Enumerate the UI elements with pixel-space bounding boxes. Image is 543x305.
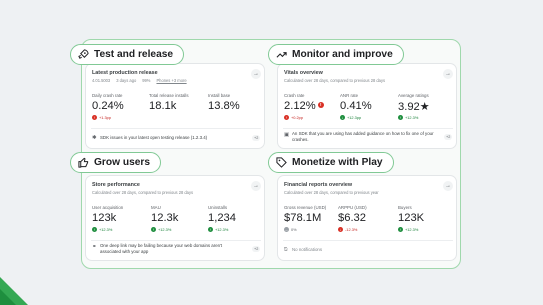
- metric-label: User acquisition: [92, 205, 124, 210]
- arrow-up-icon: ↑: [398, 227, 403, 232]
- arrow-up-icon: ↑: [398, 115, 403, 120]
- metric-value: 12.3k: [151, 212, 179, 224]
- rocket-icon: [78, 49, 89, 59]
- monetize-card[interactable]: Financial reports overview Calculated ov…: [277, 175, 457, 261]
- monitor-improve-card[interactable]: Vitals overview Calculated over 28 days,…: [277, 63, 457, 149]
- tag-icon: [276, 157, 287, 168]
- metric-value: 0.24%: [92, 100, 124, 112]
- metric-value: 2.12%!: [284, 100, 324, 112]
- arrow-down-icon: ↓: [340, 115, 345, 120]
- trend-icon: [276, 52, 287, 58]
- metric-value: 1,234: [208, 212, 236, 224]
- test-release-card[interactable]: Latest production release 4.01.5003 3 da…: [85, 63, 265, 149]
- bell-off-icon: ⍉: [284, 247, 288, 253]
- metric-delta: ↑ +12.3%: [398, 227, 419, 232]
- metric-delta: ↑ +1.3pp: [92, 115, 112, 120]
- metric-label: Gross revenue (USD): [284, 205, 327, 210]
- metric-label: Total release installs: [149, 93, 189, 98]
- notification-count-badge: +2: [252, 246, 261, 252]
- metric-delta: ↑ +12.3%: [208, 227, 229, 232]
- section-title: Monitor and improve: [292, 49, 393, 60]
- metric-label: Buyers: [398, 205, 412, 210]
- open-arrow-icon[interactable]: →: [251, 69, 261, 79]
- section-title-test-release: Test and release: [70, 44, 185, 65]
- notification-text[interactable]: SDK issues in your latest open testing r…: [100, 135, 240, 141]
- metric-value: 18.1k: [149, 100, 177, 112]
- metric-label: Install base: [208, 93, 231, 98]
- card-title: Store performance: [92, 182, 140, 188]
- notification-text[interactable]: An SDK that you are using has added guid…: [292, 131, 434, 143]
- metric-value: 13.8%: [208, 100, 240, 112]
- section-title: Grow users: [94, 157, 151, 168]
- notification-count-badge: +2: [444, 134, 453, 140]
- notification-text[interactable]: One deep link may be failing because you…: [100, 243, 242, 255]
- notification-text: No notifications: [292, 247, 323, 252]
- sdk-icon: ▣: [284, 132, 290, 138]
- metric-delta: ↑ +12.3%: [151, 227, 172, 232]
- flat-trend-icon: –: [284, 227, 289, 232]
- card-title: Financial reports overview: [284, 182, 353, 188]
- rollout-percent: 99%: [142, 78, 151, 83]
- card-subtitle: Calculated over 28 days, compared to pre…: [92, 190, 194, 195]
- metric-value: 3.92★: [398, 101, 430, 113]
- metric-label: Uninstalls: [208, 205, 228, 210]
- alert-icon: !: [317, 102, 324, 108]
- card-title: Vitals overview: [284, 70, 323, 76]
- divider: [283, 240, 453, 241]
- metric-label: Average ratings: [398, 93, 429, 98]
- metric-value: 0.41%: [340, 100, 372, 112]
- link-icon: ⚭: [92, 244, 97, 250]
- metric-label: MAU: [151, 205, 161, 210]
- card-subtitle: Calculated over 28 days, compared to pre…: [284, 78, 386, 83]
- release-age: 3 days ago: [116, 78, 137, 83]
- device-types: Phones +3 more: [156, 78, 187, 83]
- metric-value: $78.1M: [284, 212, 322, 224]
- bug-icon: ✱: [92, 135, 97, 141]
- metric-delta: ↑ +12.3%: [398, 115, 419, 120]
- metric-value: 123k: [92, 212, 117, 224]
- decorative-corner-inner: [0, 289, 16, 305]
- open-arrow-icon[interactable]: →: [251, 181, 261, 191]
- section-title: Test and release: [94, 49, 174, 60]
- arrow-up-icon: ↑: [151, 227, 156, 232]
- open-arrow-icon[interactable]: →: [443, 181, 453, 191]
- thumbs-up-icon: [78, 157, 89, 168]
- arrow-up-icon: ↑: [284, 115, 289, 120]
- metric-label: Daily crash rate: [92, 93, 123, 98]
- metric-delta: ↑ +12.3%: [92, 227, 113, 232]
- card-title: Latest production release: [92, 70, 158, 76]
- metric-delta: ↓ -12.3%: [338, 227, 358, 232]
- section-title-monitor-improve: Monitor and improve: [268, 44, 404, 65]
- metric-label: ANR rate: [340, 93, 359, 98]
- version-code: 4.01.5003: [92, 78, 111, 83]
- release-meta: 4.01.5003 3 days ago 99% Phones +3 more: [92, 78, 187, 83]
- card-subtitle: Calculated over 28 days, compared to pre…: [284, 190, 379, 195]
- arrow-up-icon: ↑: [208, 227, 213, 232]
- metric-label: ARPPU (USD): [338, 205, 367, 210]
- notification-count-badge: +2: [252, 135, 261, 141]
- grow-users-card[interactable]: Store performance Calculated over 28 day…: [85, 175, 265, 261]
- arrow-up-icon: ↑: [92, 227, 97, 232]
- metric-delta: ↓ +12.3pp: [340, 115, 362, 120]
- section-title-monetize: Monetize with Play: [268, 152, 394, 173]
- section-title-grow-users: Grow users: [70, 152, 162, 173]
- arrow-up-icon: ↑: [92, 115, 97, 120]
- divider: [91, 240, 261, 241]
- section-title: Monetize with Play: [292, 157, 383, 168]
- divider: [283, 128, 453, 129]
- divider: [91, 128, 261, 129]
- metric-value: $6.32: [338, 212, 366, 224]
- metric-delta: –0%: [284, 227, 297, 232]
- open-arrow-icon[interactable]: →: [443, 69, 453, 79]
- metric-delta: ↑ +0.2pp: [284, 115, 304, 120]
- metric-label: Crash rate: [284, 93, 305, 98]
- arrow-down-icon: ↓: [338, 227, 343, 232]
- metric-value: 123K: [398, 212, 425, 224]
